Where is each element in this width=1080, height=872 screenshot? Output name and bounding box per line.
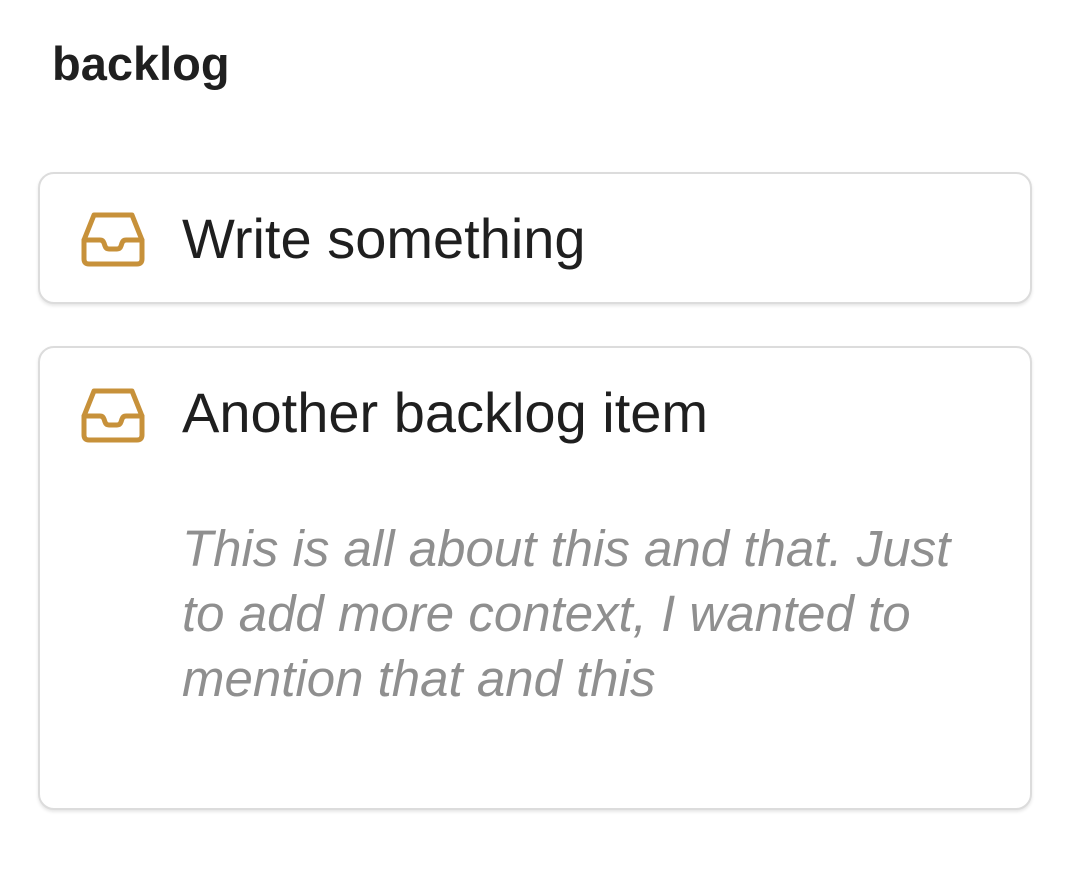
inbox-tray-icon (80, 386, 146, 444)
backlog-item-title: Write something (182, 207, 586, 270)
inbox-tray-icon (80, 210, 146, 268)
backlog-item-card[interactable]: Write something (38, 172, 1032, 304)
backlog-item-description: This is all about this and that. Just to… (182, 520, 951, 707)
backlog-item-card[interactable]: Another backlog item This is all about t… (38, 346, 1032, 810)
backlog-item-title: Another backlog item (182, 381, 709, 444)
section-title: backlog (52, 37, 230, 90)
